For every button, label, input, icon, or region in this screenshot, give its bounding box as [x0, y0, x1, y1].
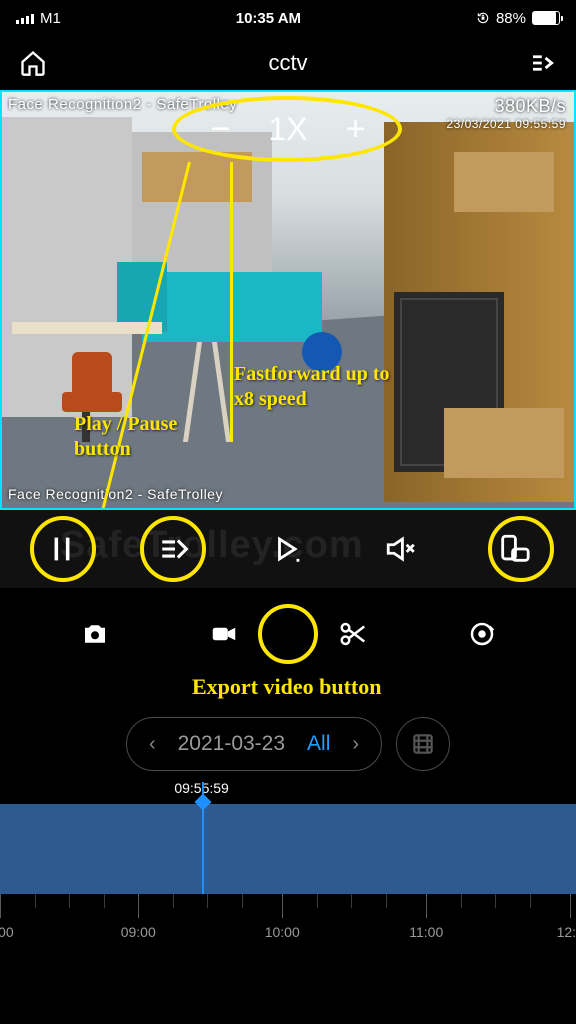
export-clip-button[interactable]	[330, 611, 376, 657]
page-title: cctv	[268, 50, 307, 76]
date-label: 2021-03-23	[178, 732, 285, 756]
battery-icon	[532, 11, 560, 25]
speed-label: 1X	[268, 111, 307, 148]
record-button[interactable]	[201, 611, 247, 657]
playback-controls-row: SafeTrolley.com	[0, 510, 576, 588]
clock-label: 10:35 AM	[236, 10, 301, 27]
timeline[interactable]: 09:55:59 8:00 09:00 10:00 11:00 12:0	[0, 782, 576, 972]
camera-name-overlay-top: Face Recognition2 - SafeTrolley	[8, 96, 237, 113]
timeline-recording-band	[0, 804, 576, 894]
rotate-device-icon	[497, 532, 531, 566]
fisheye-icon	[467, 619, 497, 649]
recordings-list-button[interactable]	[396, 717, 450, 771]
video-viewport[interactable]: Face Recognition2 - SafeTrolley 380KB/s …	[0, 90, 576, 510]
watermark-text: SafeTrolley.com	[60, 524, 364, 567]
signal-bars-icon	[16, 12, 34, 24]
video-feed-image	[2, 92, 574, 508]
battery-pct-label: 88%	[496, 10, 526, 27]
next-day-button[interactable]: ›	[352, 733, 359, 756]
video-camera-icon	[209, 619, 239, 649]
date-picker-button[interactable]: ‹ 2021-03-23 All ›	[126, 717, 382, 771]
list-arrow-icon	[528, 48, 558, 78]
rotation-lock-icon	[476, 11, 490, 25]
film-icon	[410, 731, 436, 757]
action-controls-row	[0, 588, 576, 680]
home-button[interactable]	[18, 48, 48, 78]
speed-control: − 1X +	[211, 110, 366, 149]
timestamp-overlay: 23/03/2021 09:55:59	[446, 117, 566, 131]
home-icon	[19, 49, 47, 77]
status-bar: M1 10:35 AM 88%	[0, 0, 576, 36]
title-bar: cctv	[0, 36, 576, 90]
camera-name-overlay-bottom: Face Recognition2 - SafeTrolley	[8, 486, 223, 502]
speed-decrease-button[interactable]: −	[211, 110, 231, 149]
filter-label[interactable]: All	[307, 732, 330, 756]
timeline-playhead[interactable]	[202, 782, 204, 894]
camera-icon	[80, 619, 110, 649]
fullscreen-button[interactable]	[491, 526, 537, 572]
snapshot-button[interactable]	[72, 611, 118, 657]
fisheye-button[interactable]	[459, 611, 505, 657]
mute-button[interactable]	[378, 526, 424, 572]
speed-increase-button[interactable]: +	[346, 110, 366, 149]
prev-day-button[interactable]: ‹	[149, 733, 156, 756]
scissors-icon	[338, 619, 368, 649]
device-list-button[interactable]	[528, 48, 558, 78]
carrier-label: M1	[40, 10, 61, 27]
timeline-ticks: 8:00 09:00 10:00 11:00 12:0	[0, 894, 576, 954]
bitrate-overlay: 380KB/s 23/03/2021 09:55:59	[446, 96, 566, 131]
speaker-mute-icon	[384, 532, 418, 566]
date-selector-row: ‹ 2021-03-23 All ›	[0, 706, 576, 782]
